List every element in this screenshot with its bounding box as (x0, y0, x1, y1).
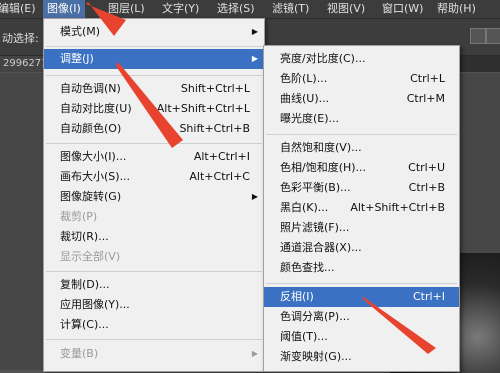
annotation-arrow-image-menu (86, 2, 126, 36)
annotation-arrows (86, 2, 436, 354)
annotation-arrow-adjust (116, 62, 183, 148)
annotation-arrow-invert (362, 296, 436, 354)
